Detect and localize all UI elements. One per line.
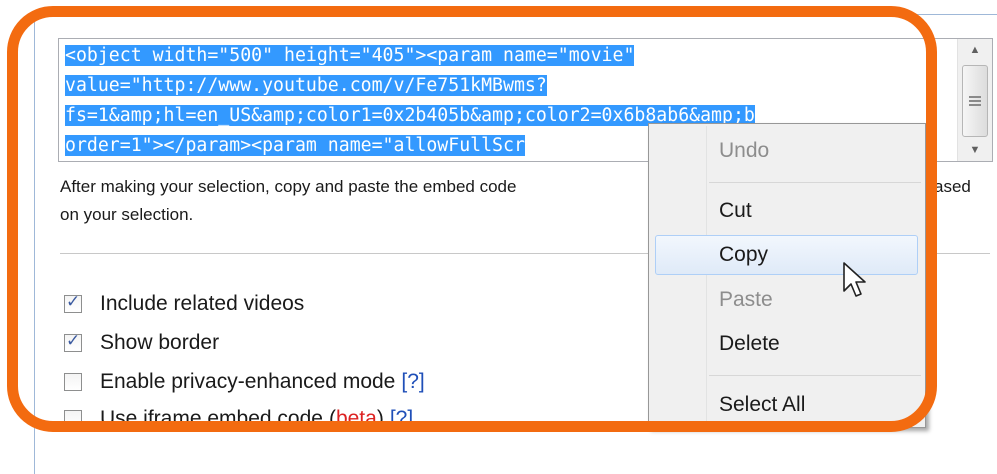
show-border-checkbox[interactable] [64,331,82,352]
option-show-border[interactable]: Show border [64,330,219,356]
menu-item-delete[interactable]: Delete [651,325,923,363]
iframe-help-link[interactable]: [?] [390,407,413,431]
option-include-related[interactable]: Include related videos [64,291,304,317]
include-related-checkbox[interactable] [64,292,82,313]
menu-item-cut[interactable]: Cut [651,192,923,230]
scroll-up-icon[interactable]: ▲ [958,39,992,61]
mouse-cursor-icon [843,262,866,297]
menu-gutter [706,126,707,426]
option-iframe-embed[interactable]: Use iframe embed code (beta) [?] [64,406,413,432]
option-privacy-mode[interactable]: Enable privacy-enhanced mode [?] [64,369,425,395]
scroll-thumb[interactable] [962,65,988,137]
embed-code-line: <object width="500" height="405"><param … [65,45,635,66]
menu-separator [709,375,921,376]
menu-item-paste[interactable]: Paste [651,281,923,319]
beta-label: beta [335,407,377,430]
option-label: Enable privacy-enhanced mode [100,370,396,393]
option-label: Include related videos [100,292,305,315]
textarea-scrollbar[interactable]: ▲ ▼ [957,39,992,161]
context-menu: Undo Cut Copy Paste Delete Select All [648,123,926,428]
option-label: Use iframe embed code [100,407,323,430]
beta-paren: ( [328,407,336,430]
menu-separator [709,182,921,183]
embed-code-line: value="http://www.youtube.com/v/Fe751kMB… [65,75,547,96]
menu-item-copy[interactable]: Copy [655,235,918,275]
iframe-embed-checkbox[interactable] [64,410,82,428]
menu-item-select-all[interactable]: Select All [651,386,923,424]
privacy-help-link[interactable]: [?] [401,370,424,394]
option-label: Show border [100,331,220,354]
scroll-down-icon[interactable]: ▼ [958,139,992,161]
grip-icon [969,96,981,106]
beta-paren: ) [376,407,384,430]
privacy-mode-checkbox[interactable] [64,373,82,391]
menu-item-undo[interactable]: Undo [651,132,923,170]
